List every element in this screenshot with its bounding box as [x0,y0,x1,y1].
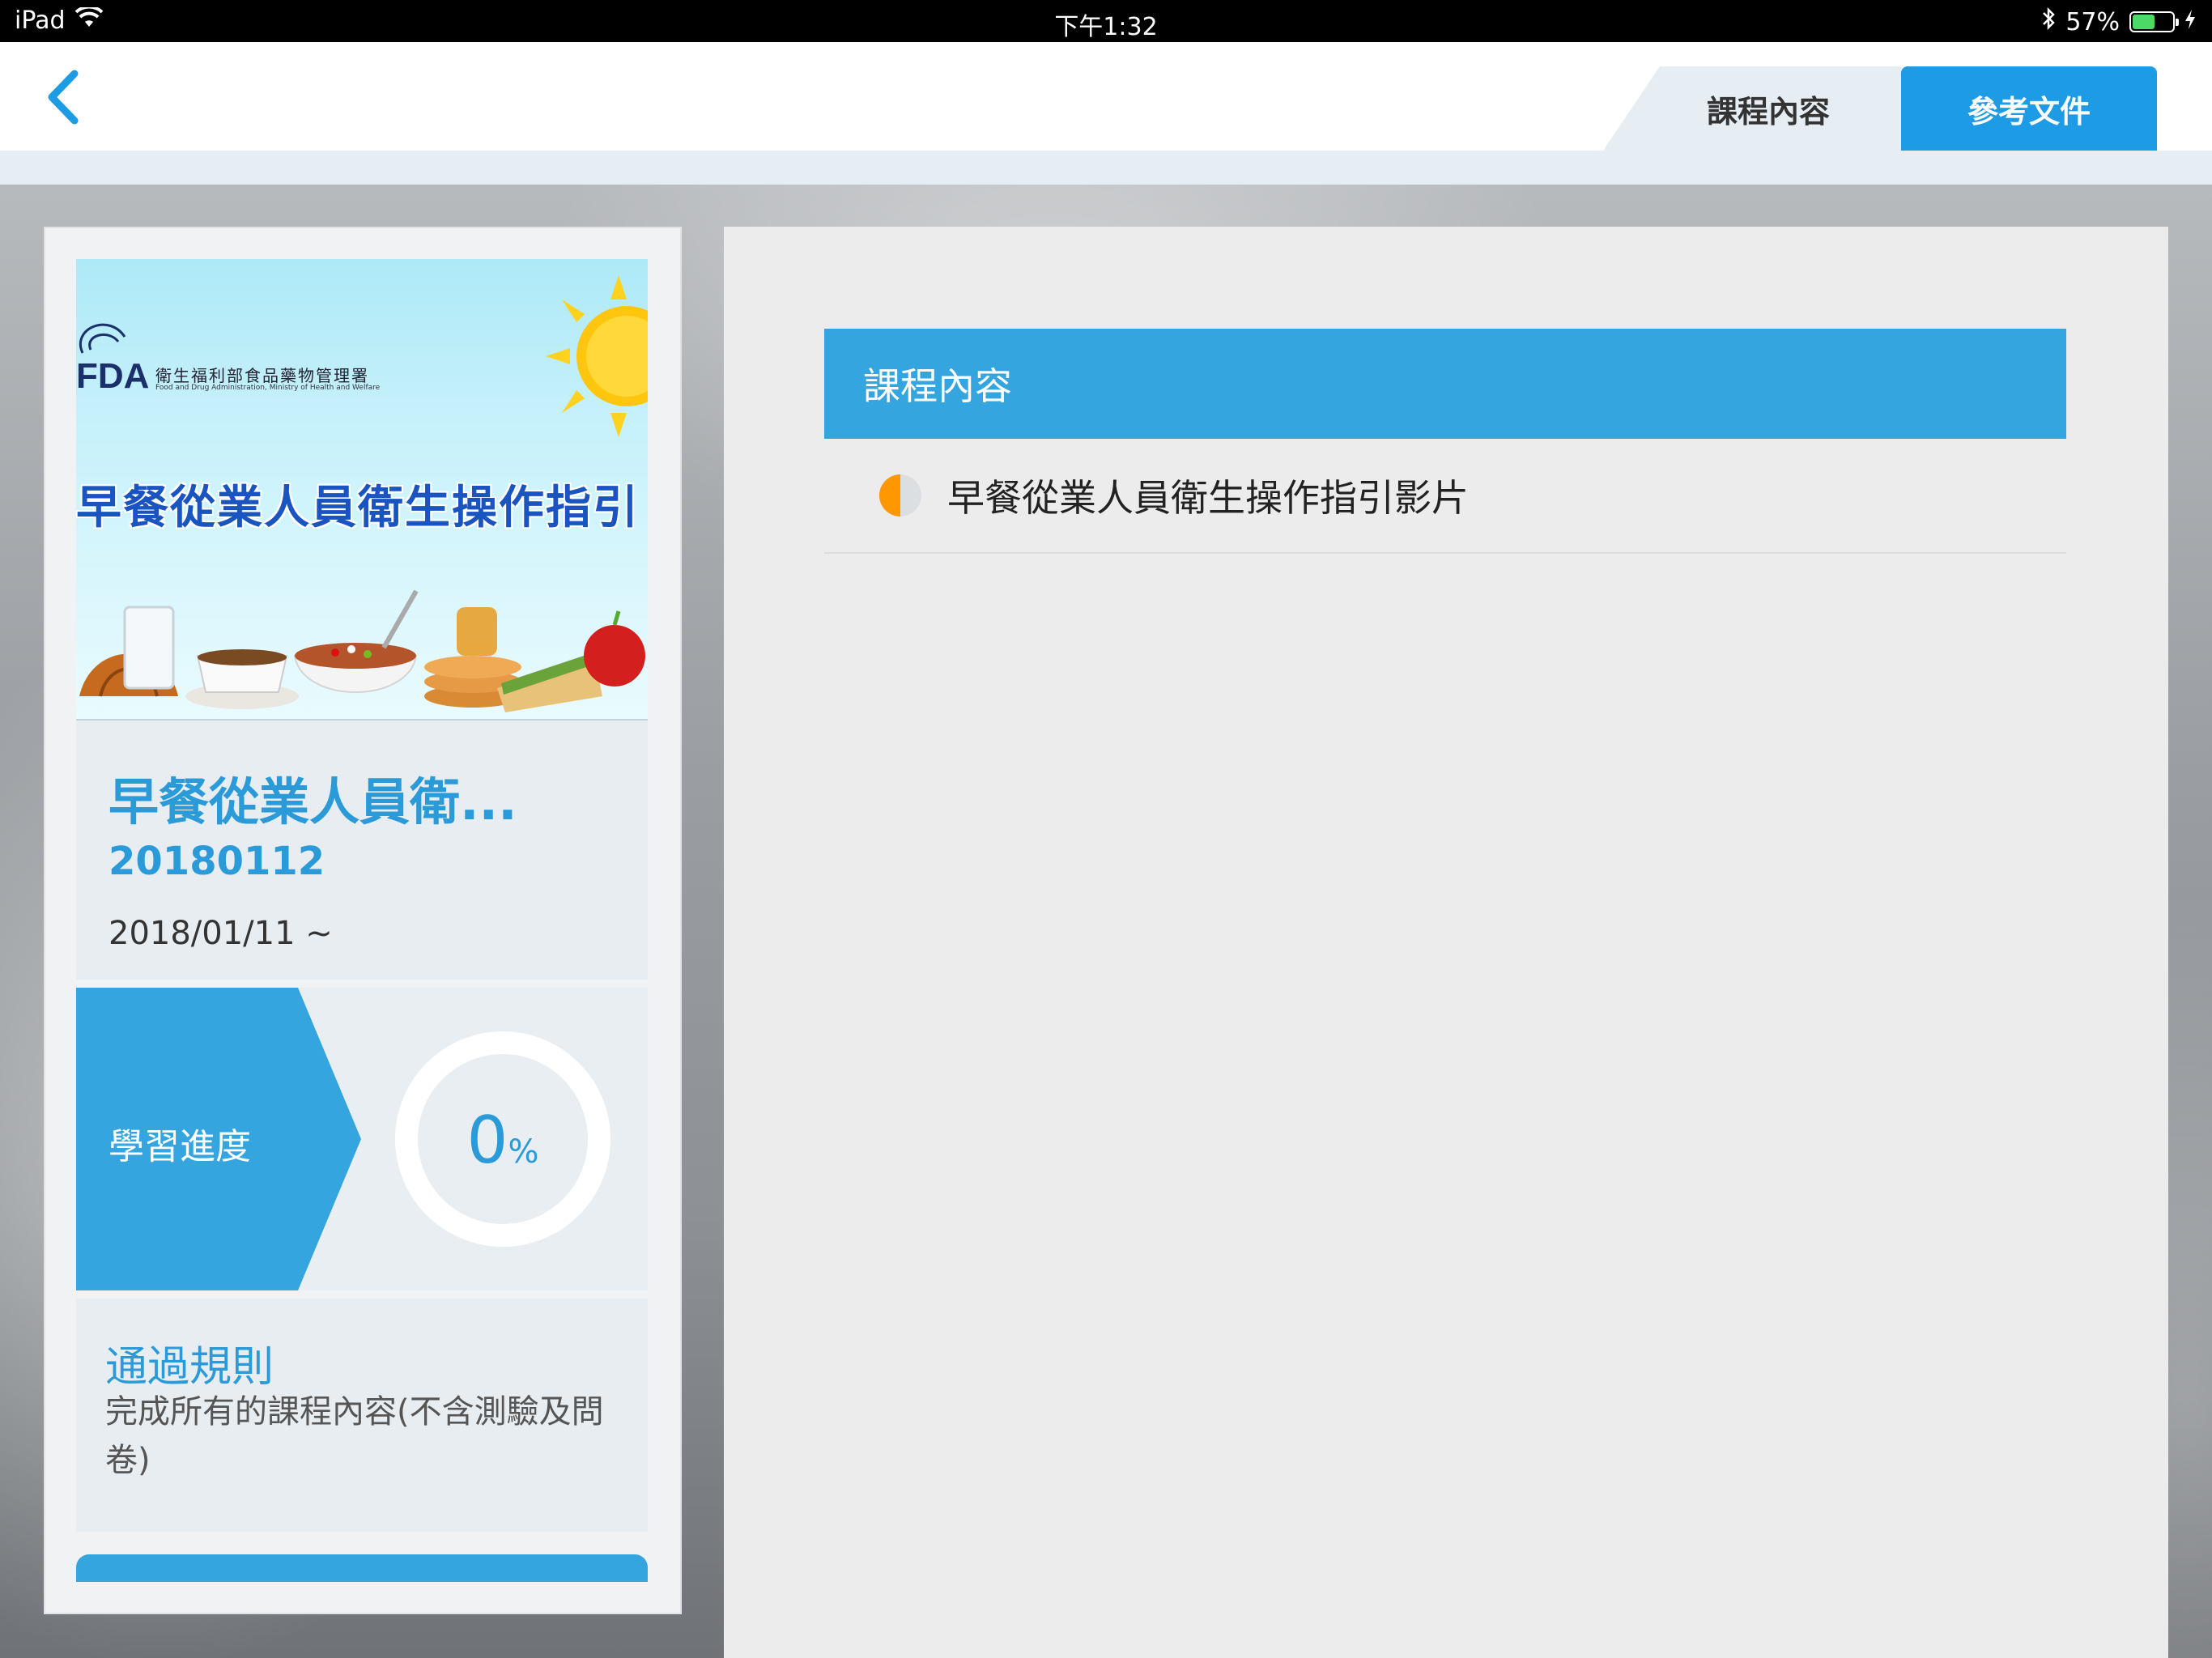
agency-name-en: Food and Drug Administration, Ministry o… [155,384,381,392]
progress-unit: % [508,1133,539,1171]
course-title: 早餐從業人員衛... [108,772,517,831]
learning-progress: 學習進度 0 % [76,988,648,1290]
course-info: 早餐從業人員衛... 20180112 2018/01/11 ~ [76,721,648,980]
section-title: 課程內容 [863,364,1012,408]
charging-icon [2184,8,2196,36]
progress-ring: 0 % [395,1031,610,1247]
section-header: 課程內容 [824,329,2066,439]
tab-reference-documents[interactable]: 參考文件 [1901,66,2157,151]
breakfast-food-icon [79,589,645,712]
back-button[interactable] [39,66,87,131]
tab-underline-bar [0,151,2212,185]
thumbnail-banner-title: 早餐從業人員衛生操作指引 [76,482,640,534]
progress-value: 0 [466,1103,508,1178]
agency-logo-text: FDA [76,356,150,396]
agency-name: 衛生福利部食品藥物管理署 [155,366,369,385]
tab-label: 參考文件 [1967,93,2091,130]
pass-rules-text: 完成所有的課程內容(不含測驗及問卷) [105,1393,604,1479]
chevron-left-icon [45,69,81,129]
progress-label: 學習進度 [108,1126,251,1167]
course-thumbnail: FDA 衛生福利部食品藥物管理署 Food and Drug Administr… [76,259,648,721]
clock: 下午1:32 [1054,13,1158,41]
agency-logo-icon [79,323,126,354]
half-progress-icon [879,474,921,517]
tab-label: 課程內容 [1706,93,1830,130]
pass-rules-title: 通過規則 [105,1343,274,1392]
battery-icon [2129,11,2179,32]
course-date: 2018/01/11 ~ [108,915,333,952]
bluetooth-icon [2041,6,2056,37]
sun-icon [546,275,648,437]
status-bar: iPad 下午1:32 57% [0,0,2212,42]
pass-rules: 通過規則 完成所有的課程內容(不含測驗及問卷) [76,1299,648,1532]
content-item[interactable]: 早餐從業人員衛生操作指引影片 [824,439,2066,554]
course-code: 20180112 [108,839,325,884]
course-action-button[interactable] [76,1554,648,1582]
battery-percent: 57% [2065,7,2120,36]
content-item-label: 早餐從業人員衛生操作指引影片 [947,476,1469,520]
